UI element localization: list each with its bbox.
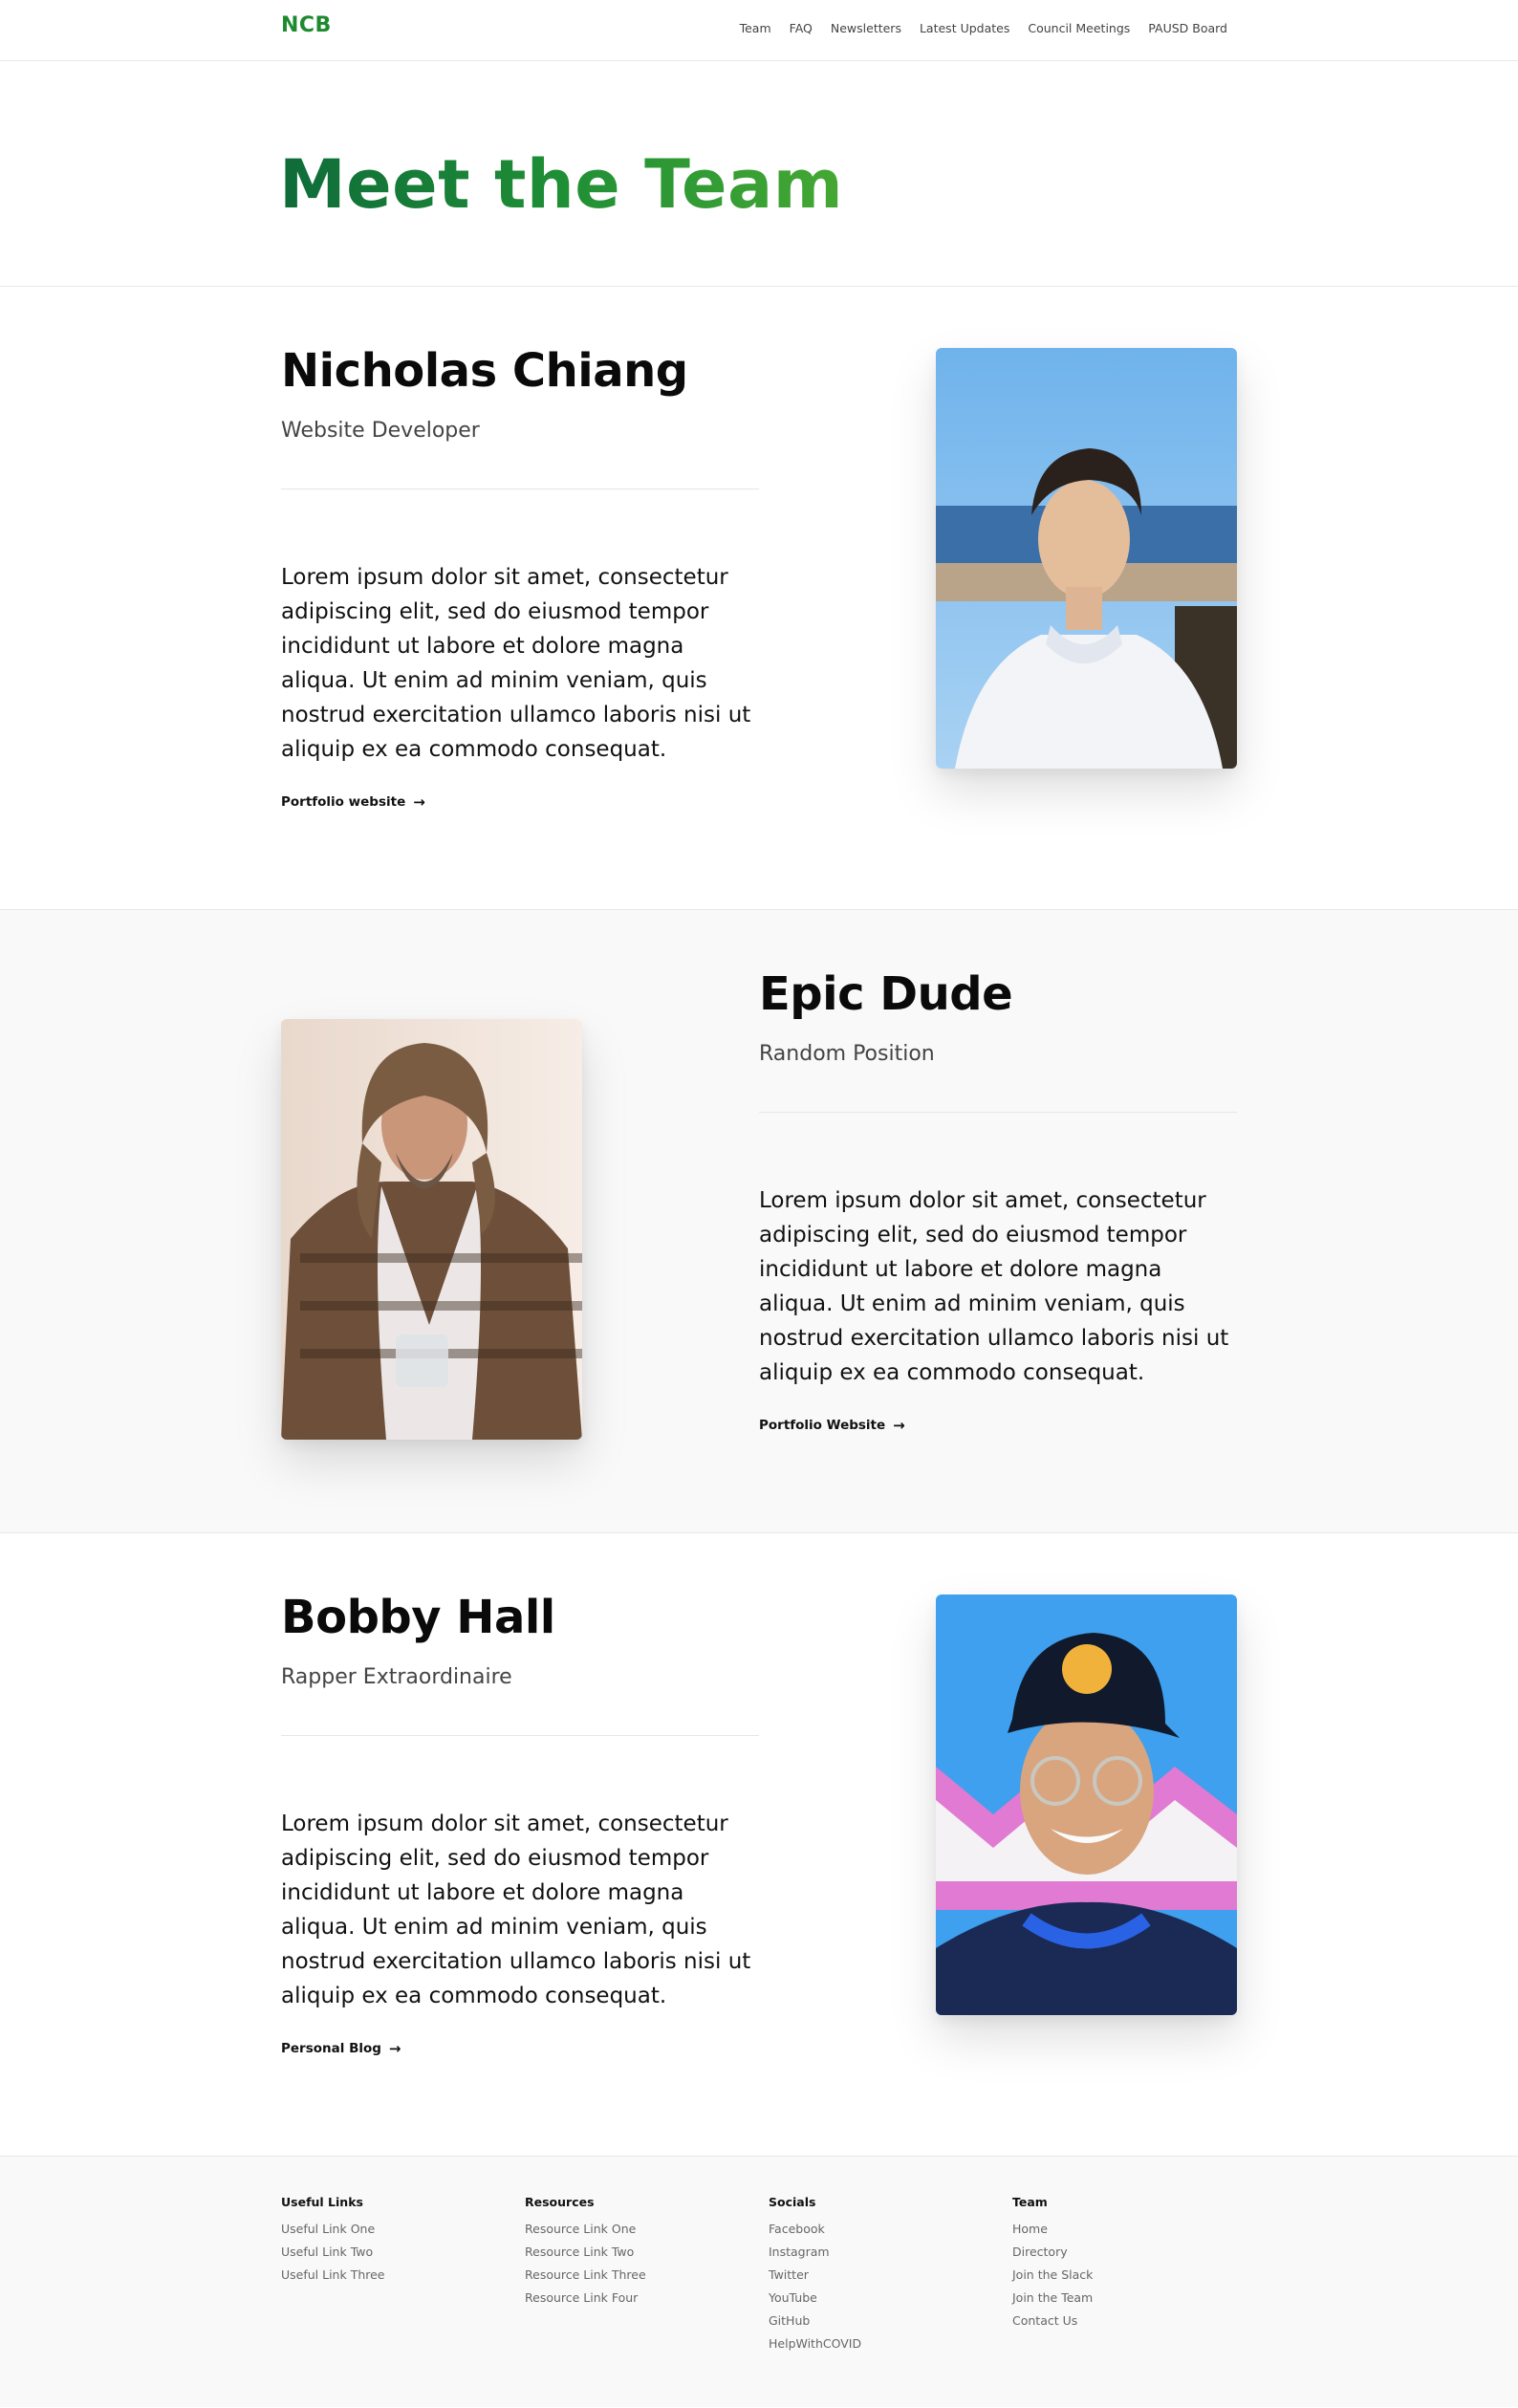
- member-role: Random Position: [759, 1042, 935, 1066]
- arrow-right-icon: →: [893, 1417, 905, 1434]
- footer-link-helpwithcovid[interactable]: HelpWithCOVID: [769, 2332, 988, 2355]
- member-info: Epic Dude Random Position Lorem ipsum do…: [759, 967, 1237, 1434]
- footer-column-title: Useful Links: [281, 2195, 363, 2209]
- divider: [759, 1112, 1237, 1113]
- footer-link-github[interactable]: GitHub: [769, 2310, 988, 2332]
- hero-section: Meet the Team: [0, 61, 1518, 287]
- nav-link-council-meetings[interactable]: Council Meetings: [1028, 21, 1130, 35]
- footer-link-instagram[interactable]: Instagram: [769, 2241, 988, 2264]
- footer: Useful Links Useful Link One Useful Link…: [0, 2157, 1518, 2407]
- arrow-right-icon: →: [388, 2040, 401, 2057]
- footer-link[interactable]: Useful Link One: [281, 2218, 501, 2241]
- footer-link-join-slack[interactable]: Join the Slack: [1012, 2264, 1232, 2287]
- member-name: Bobby Hall: [281, 1591, 555, 1644]
- footer-link[interactable]: Useful Link Three: [281, 2264, 501, 2287]
- divider: [281, 1735, 759, 1736]
- footer-link-home[interactable]: Home: [1012, 2218, 1232, 2241]
- link-label: Portfolio Website: [759, 1418, 886, 1433]
- footer-link[interactable]: Resource Link One: [525, 2218, 745, 2241]
- member-photo: [936, 1594, 1237, 2015]
- blog-link[interactable]: Personal Blog →: [281, 2040, 401, 2057]
- member-role: Rapper Extraordinaire: [281, 1665, 512, 1689]
- member-name: Nicholas Chiang: [281, 344, 688, 398]
- logo[interactable]: NCB: [281, 13, 332, 37]
- member-section-1: Nicholas Chiang Website Developer Lorem …: [0, 287, 1518, 910]
- page: NCB Team FAQ Newsletters Latest Updates …: [0, 0, 1518, 2407]
- member-info: Bobby Hall Rapper Extraordinaire Lorem i…: [281, 1591, 759, 2057]
- footer-column-socials: Socials Facebook Instagram Twitter YouTu…: [769, 2195, 988, 2355]
- footer-column-resources: Resources Resource Link One Resource Lin…: [525, 2195, 745, 2310]
- member-bio: Lorem ipsum dolor sit amet, consectetur …: [281, 1811, 751, 2008]
- footer-link[interactable]: Resource Link Two: [525, 2241, 745, 2264]
- nav-link-faq[interactable]: FAQ: [790, 21, 813, 35]
- portfolio-link[interactable]: Portfolio Website →: [759, 1417, 905, 1434]
- member-bio: Lorem ipsum dolor sit amet, consectetur …: [281, 565, 751, 762]
- nav-links: Team FAQ Newsletters Latest Updates Coun…: [740, 21, 1227, 35]
- nav-link-newsletters[interactable]: Newsletters: [831, 21, 901, 35]
- footer-link-twitter[interactable]: Twitter: [769, 2264, 988, 2287]
- nav-link-pausd-board[interactable]: PAUSD Board: [1148, 21, 1227, 35]
- portrait-photo: [281, 1019, 582, 1440]
- nav-link-team[interactable]: Team: [740, 21, 771, 35]
- portrait-photo: [936, 348, 1237, 769]
- footer-link-contact-us[interactable]: Contact Us: [1012, 2310, 1232, 2332]
- member-name: Epic Dude: [759, 967, 1013, 1021]
- member-section-2: Epic Dude Random Position Lorem ipsum do…: [0, 910, 1518, 1533]
- footer-column-team: Team Home Directory Join the Slack Join …: [1012, 2195, 1232, 2332]
- footer-link[interactable]: Resource Link Four: [525, 2287, 745, 2310]
- arrow-right-icon: →: [413, 793, 425, 811]
- top-nav: NCB Team FAQ Newsletters Latest Updates …: [0, 0, 1518, 61]
- member-photo: [281, 1019, 582, 1440]
- footer-link-youtube[interactable]: YouTube: [769, 2287, 988, 2310]
- footer-column-title: Team: [1012, 2195, 1048, 2209]
- member-info: Nicholas Chiang Website Developer Lorem …: [281, 344, 759, 811]
- member-role: Website Developer: [281, 419, 480, 443]
- nav-link-latest-updates[interactable]: Latest Updates: [920, 21, 1009, 35]
- member-photo: [936, 348, 1237, 769]
- link-label: Personal Blog: [281, 2041, 381, 2056]
- footer-column-useful-links: Useful Links Useful Link One Useful Link…: [281, 2195, 501, 2287]
- member-section-3: Bobby Hall Rapper Extraordinaire Lorem i…: [0, 1533, 1518, 2157]
- portfolio-link[interactable]: Portfolio website →: [281, 793, 425, 811]
- footer-column-title: Resources: [525, 2195, 595, 2209]
- page-title: Meet the Team: [279, 145, 844, 224]
- footer-link-facebook[interactable]: Facebook: [769, 2218, 988, 2241]
- member-bio: Lorem ipsum dolor sit amet, consectetur …: [759, 1188, 1229, 1385]
- footer-link-directory[interactable]: Directory: [1012, 2241, 1232, 2264]
- portrait-photo: [936, 1594, 1237, 2015]
- link-label: Portfolio website: [281, 794, 406, 810]
- divider: [281, 488, 759, 489]
- footer-link[interactable]: Useful Link Two: [281, 2241, 501, 2264]
- footer-link[interactable]: Resource Link Three: [525, 2264, 745, 2287]
- footer-link-join-team[interactable]: Join the Team: [1012, 2287, 1232, 2310]
- footer-column-title: Socials: [769, 2195, 816, 2209]
